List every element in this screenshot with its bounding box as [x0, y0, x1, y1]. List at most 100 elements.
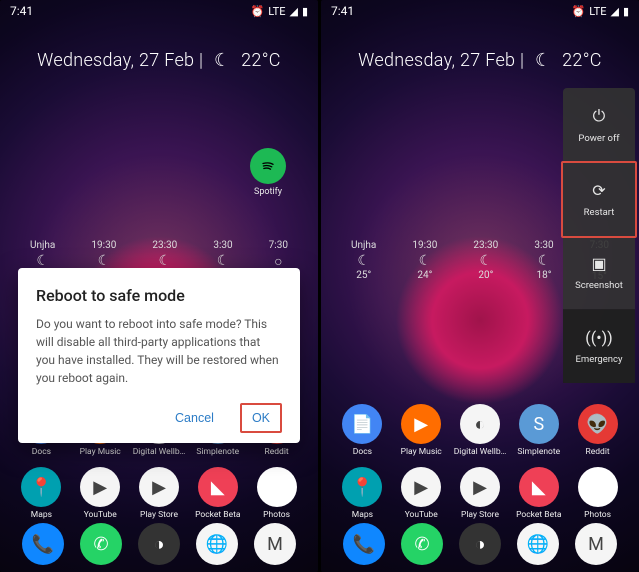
status-icons: ⏰ LTE ◢ ▮ [572, 5, 630, 18]
app-label: Digital Wellb… [451, 447, 510, 457]
app-label: Maps [12, 510, 71, 520]
app-play-music[interactable]: ▶ Play Music [392, 404, 451, 457]
app-icon: ✆ [80, 523, 122, 565]
ok-highlight: OK [240, 403, 282, 433]
date-text: Wednesday, 27 Feb [358, 50, 515, 71]
app-label: Docs [333, 447, 392, 457]
power-poweroff[interactable]: ⏻ Power off [563, 88, 635, 163]
app-icon: ◐ [460, 404, 500, 444]
app-icon: 📄 [342, 404, 382, 444]
dialog-message: Do you want to reboot into safe mode? Th… [36, 315, 282, 387]
spotify-label: Spotify [250, 187, 286, 197]
cancel-button[interactable]: Cancel [167, 405, 222, 431]
app-label: Pocket Beta [509, 510, 568, 520]
weather-label: 23:30 [473, 240, 498, 251]
weather-label: 3:30 [534, 240, 553, 251]
weather-label: 23:30 [152, 240, 177, 251]
power-label: Restart [584, 207, 615, 218]
ok-button[interactable]: OK [244, 407, 278, 429]
app-photos[interactable]: ✦ Photos [247, 467, 306, 520]
weather-label: Unjha [351, 240, 376, 251]
app-play-store[interactable]: ▶ Play Store [130, 467, 189, 520]
app-icon: ◑ [138, 523, 180, 565]
emergency-icon: ((•)) [567, 328, 631, 347]
dock-chrome[interactable]: 🌐 [517, 523, 559, 568]
app-icon: ◣ [198, 467, 238, 507]
app-label: Digital Wellb… [130, 447, 189, 457]
weather-icon: ☾ [412, 253, 437, 269]
app-icon: 🌐 [196, 523, 238, 565]
battery-icon: ▮ [302, 5, 308, 18]
app-label: Photos [568, 510, 627, 520]
date-sep: | [199, 50, 203, 71]
dock-gmail[interactable]: M [254, 523, 296, 568]
weather-cell: 23:30 ☾ 20° [473, 240, 498, 282]
app-icon: 🌐 [517, 523, 559, 565]
signal-icon: ◢ [610, 5, 618, 18]
app-reddit[interactable]: 👽 Reddit [568, 404, 627, 457]
signal-icon: ◢ [289, 5, 297, 18]
app-label: Simplenote [188, 447, 247, 457]
app-label: Docs [12, 447, 71, 457]
status-time: 7:41 [10, 4, 33, 18]
dock-whatsapp[interactable]: ✆ [401, 523, 443, 568]
status-icons: ⏰ LTE ◢ ▮ [251, 5, 309, 18]
app-icon: 📍 [342, 467, 382, 507]
power-label: Power off [578, 133, 619, 144]
weather-icon: ☾ [534, 253, 553, 269]
app-icon: ▶ [401, 467, 441, 507]
dock-phone[interactable]: 📞 [22, 523, 64, 568]
spotify-widget[interactable]: Spotify [250, 148, 286, 197]
weather-icon: ☾ [473, 253, 498, 269]
weather-label: 19:30 [412, 240, 437, 251]
dock-chrome[interactable]: 🌐 [196, 523, 238, 568]
weather-label: Unjha [30, 240, 55, 251]
weather-temp: 18° [534, 270, 553, 281]
app-simplenote[interactable]: S Simplenote [509, 404, 568, 457]
restart-icon: ⟳ [567, 181, 631, 200]
weather-label: 7:30 [269, 240, 288, 251]
app-play-store[interactable]: ▶ Play Store [451, 467, 510, 520]
app-label: Play Music [392, 447, 451, 457]
dock-camera[interactable]: ◑ [138, 523, 180, 568]
screenshot-icon: ▣ [567, 254, 631, 273]
dock-camera[interactable]: ◑ [459, 523, 501, 568]
app-pocket-beta[interactable]: ◣ Pocket Beta [509, 467, 568, 520]
safe-mode-dialog: Reboot to safe mode Do you want to reboo… [18, 268, 300, 443]
date-widget[interactable]: Wednesday, 27 Feb | ☾ 22°C [321, 50, 639, 71]
app-label: YouTube [71, 510, 130, 520]
app-maps[interactable]: 📍 Maps [333, 467, 392, 520]
app-label: Play Store [451, 510, 510, 520]
app-maps[interactable]: 📍 Maps [12, 467, 71, 520]
weather-temp: 24° [412, 270, 437, 281]
app-icon: 👽 [578, 404, 618, 444]
moon-icon: ☾ [535, 50, 551, 71]
dock-gmail[interactable]: M [575, 523, 617, 568]
app-digital-wellb-[interactable]: ◐ Digital Wellb… [451, 404, 510, 457]
app-youtube[interactable]: ▶ YouTube [71, 467, 130, 520]
date-temp: 22°C [562, 50, 602, 71]
app-icon: 📞 [343, 523, 385, 565]
app-photos[interactable]: ✦ Photos [568, 467, 627, 520]
weather-cell: Unjha ☾ 25° [351, 240, 376, 282]
app-docs[interactable]: 📄 Docs [333, 404, 392, 457]
alarm-icon: ⏰ [251, 5, 265, 18]
app-icon: ✆ [401, 523, 443, 565]
app-icon: ▶ [80, 467, 120, 507]
app-pocket-beta[interactable]: ◣ Pocket Beta [188, 467, 247, 520]
weather-label: 3:30 [213, 240, 232, 251]
power-screenshot[interactable]: ▣ Screenshot [563, 236, 635, 310]
power-emergency[interactable]: ((•)) Emergency [563, 310, 635, 383]
power-label: Emergency [576, 354, 623, 365]
screen-left: 7:41 ⏰ LTE ◢ ▮ Wednesday, 27 Feb | ☾ 22°… [0, 0, 318, 572]
dock-whatsapp[interactable]: ✆ [80, 523, 122, 568]
app-icon: M [575, 523, 617, 565]
lte-label: LTE [589, 5, 606, 18]
dock: 📞 ✆ ◑ 🌐 M [0, 523, 318, 568]
date-temp: 22°C [241, 50, 281, 71]
power-restart[interactable]: ⟳ Restart [561, 161, 637, 238]
app-youtube[interactable]: ▶ YouTube [392, 467, 451, 520]
app-label: Reddit [247, 447, 306, 457]
dock-phone[interactable]: 📞 [343, 523, 385, 568]
date-widget[interactable]: Wednesday, 27 Feb | ☾ 22°C [0, 50, 318, 71]
